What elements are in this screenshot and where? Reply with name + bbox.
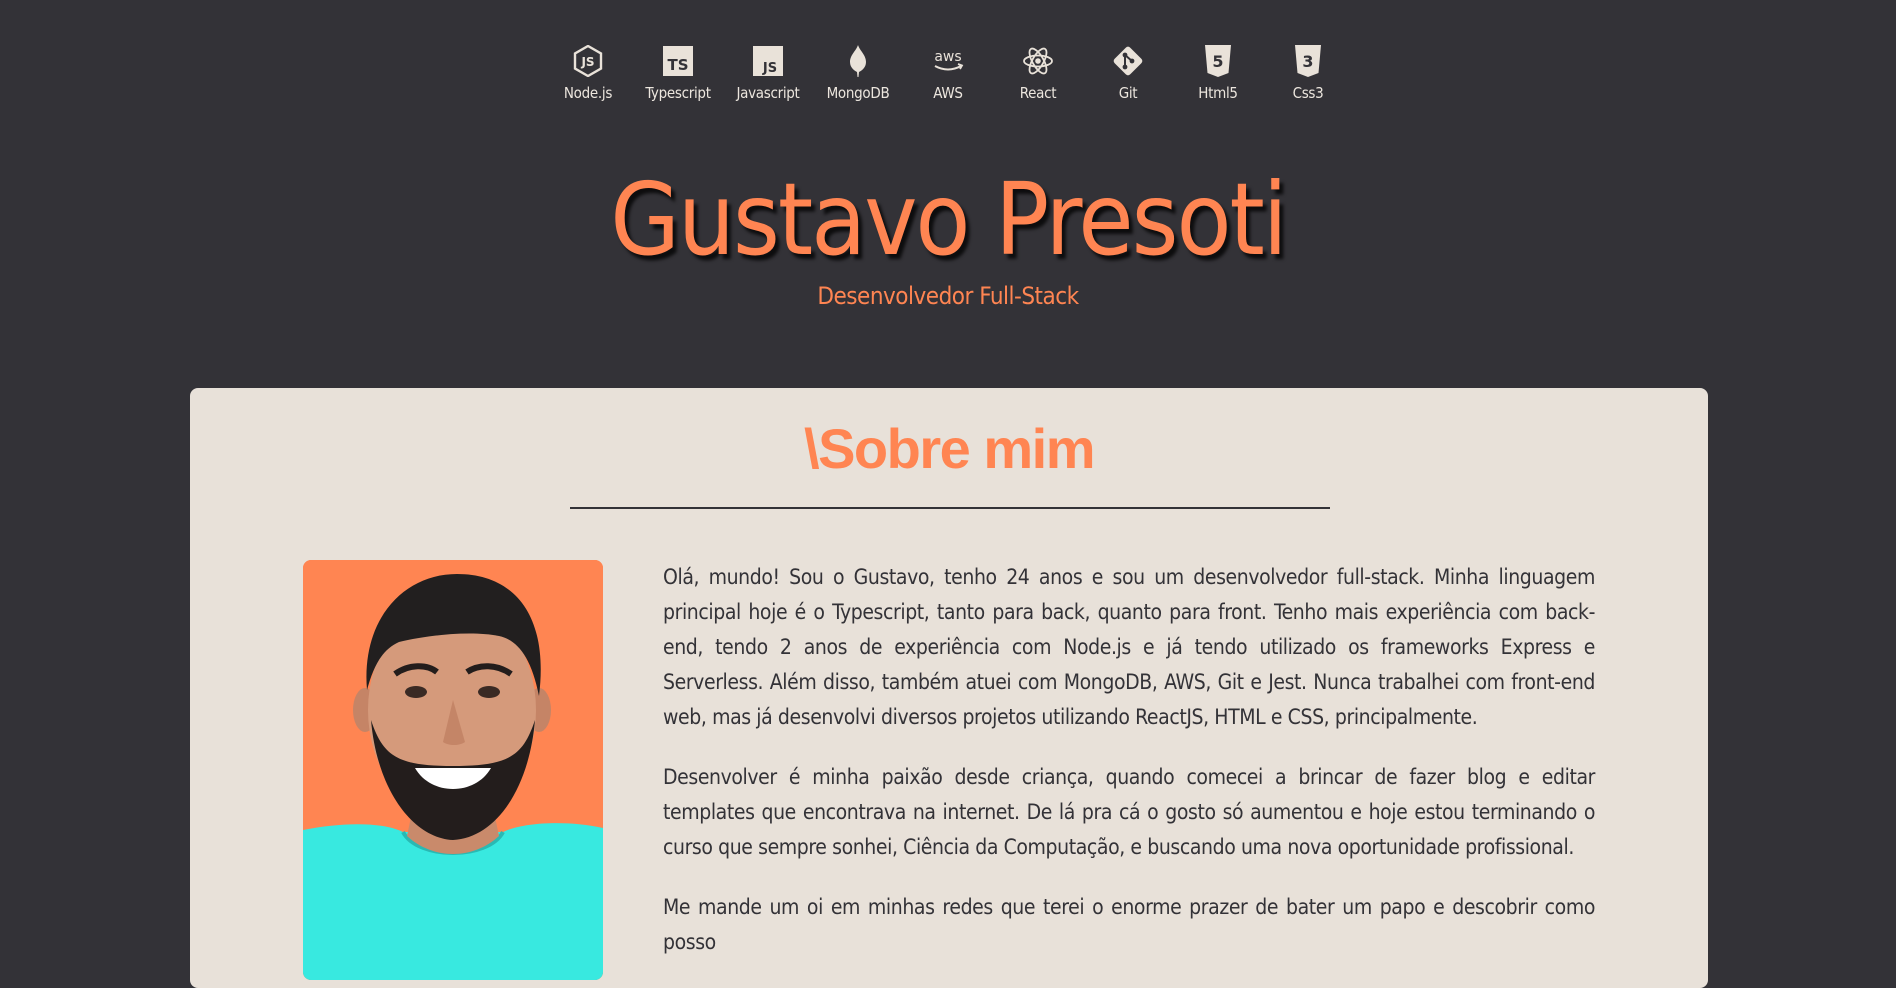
tech-javascript[interactable]: JS Javascript xyxy=(723,44,813,102)
tech-label: Typescript xyxy=(645,84,711,102)
bio-paragraph: Olá, mundo! Sou o Gustavo, tenho 24 anos… xyxy=(663,565,1595,729)
typescript-icon: TS xyxy=(661,44,695,78)
tech-git[interactable]: Git xyxy=(1083,44,1173,102)
tech-label: AWS xyxy=(933,84,963,102)
tech-stack-bar: JS Node.js TS Typescript JS Javascript M… xyxy=(0,44,1896,102)
css3-icon: 3 xyxy=(1291,44,1325,78)
tech-label: Css3 xyxy=(1292,84,1324,102)
tech-label: Node.js xyxy=(563,84,613,102)
html5-icon-text: 5 xyxy=(1212,52,1223,71)
tech-react[interactable]: React xyxy=(993,44,1083,102)
aws-icon: aws xyxy=(931,44,965,78)
tech-mongodb[interactable]: MongoDB xyxy=(813,44,903,102)
git-icon xyxy=(1111,44,1145,78)
svg-text:JS: JS xyxy=(580,55,594,69)
person-illustration xyxy=(303,560,603,980)
tech-label: Html5 xyxy=(1198,84,1238,102)
javascript-icon-text: JS xyxy=(762,61,777,76)
tech-label: Javascript xyxy=(736,84,800,102)
about-text: Olá, mundo! Sou o Gustavo, tenho 24 anos… xyxy=(663,560,1595,985)
title-divider xyxy=(570,507,1330,509)
aws-icon-text: aws xyxy=(934,49,961,65)
hero-title: Gustavo Presoti xyxy=(610,161,1288,278)
typescript-icon-text: TS xyxy=(667,56,688,74)
css3-icon-text: 3 xyxy=(1302,52,1313,71)
tech-label: MongoDB xyxy=(826,84,890,102)
javascript-icon: JS xyxy=(751,44,785,78)
react-icon xyxy=(1021,44,1055,78)
nodejs-icon: JS xyxy=(571,44,605,78)
profile-photo xyxy=(303,560,603,980)
tech-nodejs[interactable]: JS Node.js xyxy=(543,44,633,102)
mongodb-icon xyxy=(841,44,875,78)
tech-css3[interactable]: 3 Css3 xyxy=(1263,44,1353,102)
about-card: \Sobre mim Olá, mundo! Sou o Gustavo, te… xyxy=(190,388,1708,988)
tech-label: React xyxy=(1019,84,1057,102)
about-title: \Sobre mim xyxy=(804,417,1095,480)
hero-subtitle: Desenvolvedor Full-Stack xyxy=(817,282,1079,310)
tech-label: Git xyxy=(1118,84,1138,102)
tech-typescript[interactable]: TS Typescript xyxy=(633,44,723,102)
html5-icon: 5 xyxy=(1201,44,1235,78)
tech-html5[interactable]: 5 Html5 xyxy=(1173,44,1263,102)
tech-aws[interactable]: aws AWS xyxy=(903,44,993,102)
bio-paragraph: Me mande um oi em minhas redes que terei… xyxy=(663,895,1595,954)
bio-paragraph: Desenvolver é minha paixão desde criança… xyxy=(663,765,1595,859)
